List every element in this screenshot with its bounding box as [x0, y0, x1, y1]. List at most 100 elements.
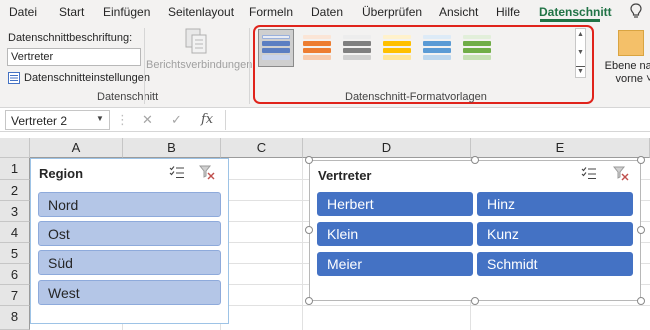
row-header-7[interactable]: 7 — [0, 285, 30, 306]
resize-handle[interactable] — [305, 156, 313, 164]
vertreter-slicer-item[interactable]: Kunz — [477, 222, 633, 246]
slicer-style-blue-dark[interactable] — [258, 29, 294, 67]
multi-select-icon[interactable] — [581, 166, 597, 180]
style-swatch — [262, 48, 290, 53]
style-swatch — [463, 41, 491, 46]
style-swatch — [343, 35, 371, 39]
tab-ansicht[interactable]: Ansicht — [439, 5, 478, 19]
vertreter-slicer[interactable]: Vertreter Herbert Hinz Klein Kunz Meier … — [309, 160, 641, 301]
style-swatch — [383, 35, 411, 39]
gallery-scroll-up-icon[interactable]: ▲ — [576, 30, 585, 39]
slicer-settings-button[interactable]: Datenschnitteinstellungen — [8, 70, 150, 86]
group-label-styles: Datenschnitt-Formatvorlagen — [345, 91, 487, 103]
row-header-8[interactable]: 8 — [0, 306, 30, 330]
ribbon-tabs: Datei Start Einfügen Seitenlayout Formel… — [0, 0, 650, 22]
gallery-more-icon[interactable]: ▼ — [576, 66, 585, 76]
resize-handle[interactable] — [637, 297, 645, 305]
style-swatch — [463, 55, 491, 60]
slicer-caption-label: Datenschnittbeschriftung: — [8, 32, 133, 44]
tab-ueberpruefen[interactable]: Überprüfen — [362, 5, 422, 19]
clear-filter-icon[interactable] — [199, 165, 215, 180]
region-slicer-item[interactable]: Süd — [38, 250, 221, 275]
insert-function-icon[interactable]: fx — [201, 112, 213, 127]
style-swatch — [303, 41, 331, 46]
style-swatch — [343, 55, 371, 60]
style-swatch — [262, 55, 290, 60]
formula-bar: Vertreter 2 ▼ ⋮ ✕ ✓ fx — [0, 108, 650, 132]
slicer-style-light-blue[interactable] — [419, 29, 455, 67]
tab-daten[interactable]: Daten — [311, 5, 343, 19]
group-label-datenschnitt: Datenschnitt — [97, 91, 159, 103]
style-swatch — [423, 55, 451, 60]
row-header-1[interactable]: 1 — [0, 158, 30, 180]
gallery-scroll-down-icon[interactable]: ▼ — [576, 48, 585, 57]
row-header-5[interactable]: 5 — [0, 243, 30, 264]
slicer-style-gold[interactable] — [379, 29, 415, 67]
row-header-3[interactable]: 3 — [0, 201, 30, 222]
tab-einfuegen[interactable]: Einfügen — [103, 5, 150, 19]
vertreter-slicer-item[interactable]: Meier — [317, 252, 473, 276]
vertreter-slicer-title: Vertreter — [318, 168, 372, 183]
resize-handle[interactable] — [637, 226, 645, 234]
bring-forward-button[interactable]: Ebene nach vorne ˅ — [604, 60, 650, 86]
select-all-corner[interactable] — [0, 138, 30, 158]
style-swatch — [463, 35, 491, 39]
region-slicer-item[interactable]: Nord — [38, 192, 221, 217]
tab-datei[interactable]: Datei — [9, 5, 37, 19]
row-header-2[interactable]: 2 — [0, 180, 30, 201]
slicer-style-orange[interactable] — [299, 29, 335, 67]
formula-input[interactable] — [225, 110, 650, 130]
resize-handle[interactable] — [305, 297, 313, 305]
column-header-d[interactable]: D — [303, 138, 471, 158]
column-header-a[interactable]: A — [30, 138, 123, 158]
worksheet-grid: A B C D E 1 2 3 4 5 6 7 8 Region Nord Os… — [0, 138, 650, 330]
tab-datenschnitt[interactable]: Datenschnitt — [539, 5, 612, 19]
slicer-style-gray[interactable] — [339, 29, 375, 67]
report-connections-icon — [185, 28, 207, 54]
settings-icon — [8, 72, 20, 84]
gallery-scrollbar[interactable]: ▲ ▼ ▼ — [575, 28, 586, 78]
style-swatch — [303, 48, 331, 53]
style-swatch — [383, 48, 411, 53]
region-slicer-item[interactable]: West — [38, 280, 221, 305]
slicer-style-green[interactable] — [459, 29, 495, 67]
tab-formeln[interactable]: Formeln — [249, 5, 293, 19]
enter-icon[interactable]: ✓ — [171, 112, 182, 128]
vertreter-slicer-item[interactable]: Herbert — [317, 192, 473, 216]
vertreter-slicer-item[interactable]: Hinz — [477, 192, 633, 216]
vertreter-slicer-item[interactable]: Klein — [317, 222, 473, 246]
bring-forward-icon[interactable] — [618, 30, 644, 56]
style-swatch — [343, 41, 371, 46]
resize-handle[interactable] — [305, 226, 313, 234]
column-header-e[interactable]: E — [471, 138, 650, 158]
region-slicer[interactable]: Region Nord Ost Süd West — [30, 158, 229, 324]
tab-seitenlayout[interactable]: Seitenlayout — [168, 5, 234, 19]
style-swatch — [423, 48, 451, 53]
ribbon-separator — [144, 28, 145, 104]
resize-handle[interactable] — [471, 297, 479, 305]
multi-select-icon[interactable] — [169, 165, 185, 179]
vertreter-slicer-item[interactable]: Schmidt — [477, 252, 633, 276]
style-swatch — [262, 41, 290, 46]
tab-start[interactable]: Start — [59, 5, 84, 19]
style-swatch — [423, 41, 451, 46]
slicer-styles-gallery — [258, 29, 574, 69]
lightbulb-icon[interactable] — [628, 2, 644, 20]
resize-handle[interactable] — [637, 156, 645, 164]
clear-filter-icon[interactable] — [613, 166, 629, 181]
slicer-caption-input[interactable] — [7, 48, 141, 66]
style-swatch — [303, 35, 331, 39]
column-header-c[interactable]: C — [221, 138, 303, 158]
name-box[interactable]: Vertreter 2 — [5, 110, 110, 130]
cancel-icon[interactable]: ✕ — [142, 112, 153, 128]
report-connections-label: Berichtsverbindungen — [146, 59, 253, 71]
region-slicer-item[interactable]: Ost — [38, 221, 221, 246]
style-swatch — [262, 35, 290, 39]
row-header-6[interactable]: 6 — [0, 264, 30, 285]
report-connections-button[interactable]: Berichtsverbindungen — [146, 27, 252, 83]
row-header-4[interactable]: 4 — [0, 222, 30, 243]
column-header-b[interactable]: B — [123, 138, 221, 158]
name-box-dropdown-icon[interactable]: ▼ — [96, 114, 104, 123]
tab-hilfe[interactable]: Hilfe — [496, 5, 520, 19]
resize-handle[interactable] — [471, 156, 479, 164]
